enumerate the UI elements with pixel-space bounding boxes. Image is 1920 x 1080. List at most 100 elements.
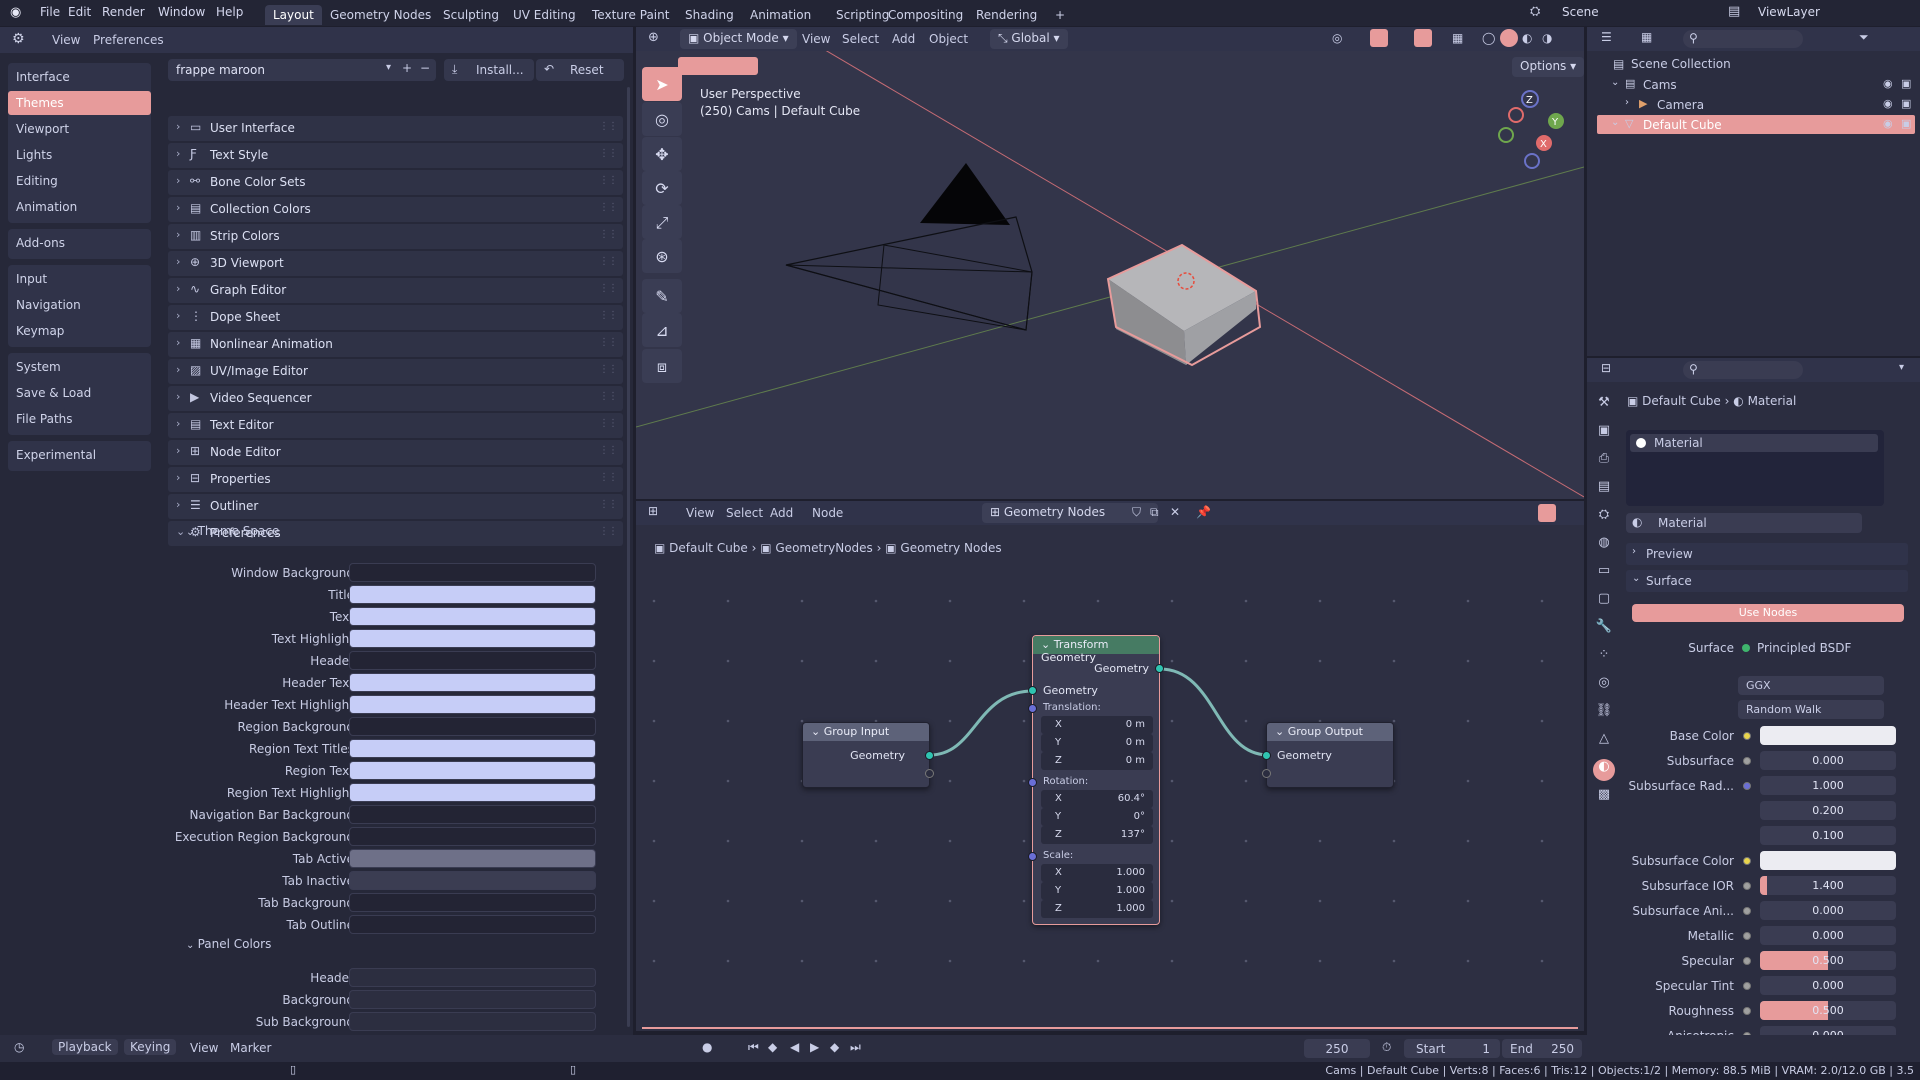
timeline[interactable]: ◷ Playback Keying View Marker ● ⏮ ◆ ◀ ▶ ◆ ⏭…: [0, 1035, 1920, 1062]
section-nonlinear-animation[interactable]: › ▦ Nonlinear Animation ⋮⋮: [168, 332, 623, 357]
scale-tool-icon[interactable]: ⤢: [642, 205, 682, 239]
color-swatch[interactable]: [349, 990, 596, 1009]
tab-sculpting[interactable]: Sculpting: [435, 5, 507, 25]
collection-tab-icon[interactable]: ▭: [1593, 563, 1615, 585]
tab-rendering[interactable]: Rendering: [968, 5, 1045, 25]
section-outliner[interactable]: › ☰ Outliner ⋮⋮: [168, 494, 623, 519]
render-camera-icon[interactable]: ▣: [1901, 77, 1911, 90]
menu-edit[interactable]: Edit: [68, 5, 91, 19]
gizmo-toggle-icon[interactable]: [1370, 29, 1388, 47]
outliner-row[interactable]: ⌄ ▽ Default Cube ◉ ▣: [1597, 115, 1915, 134]
tab-shading[interactable]: Shading: [677, 5, 742, 25]
drag-handle-icon[interactable]: ⋮⋮: [599, 229, 618, 240]
empty-output-socket[interactable]: [925, 769, 934, 778]
reset-button[interactable]: ↶ Reset: [536, 59, 624, 81]
drag-handle-icon[interactable]: ⋮⋮: [599, 283, 618, 294]
section-text-editor[interactable]: › ▤ Text Editor ⋮⋮: [168, 413, 623, 438]
socket-icon[interactable]: [1743, 757, 1751, 765]
drag-handle-icon[interactable]: ⋮⋮: [599, 121, 618, 132]
socket-icon[interactable]: [1743, 732, 1751, 740]
property-value-field[interactable]: 0.100: [1760, 826, 1896, 845]
color-swatch[interactable]: [349, 805, 596, 824]
navigation-gizmo[interactable]: Z Y X: [1494, 85, 1574, 175]
nav-item-input[interactable]: Input: [8, 267, 151, 291]
menu-keying[interactable]: Keying: [124, 1039, 177, 1055]
property-value-field[interactable]: 0.500: [1760, 951, 1896, 970]
nav-item-lights[interactable]: Lights: [8, 143, 151, 167]
geometry-output-socket[interactable]: [925, 751, 934, 760]
color-swatch[interactable]: [349, 827, 596, 846]
outliner[interactable]: ☰ ▦ ⚲ ⏷ ▤ Scene Collection ⌄ ▤ Cams ◉ ▣ › ▶ Camer…: [1587, 27, 1920, 356]
editor-type-icon[interactable]: ⊟: [1601, 361, 1611, 375]
next-keyframe-icon[interactable]: ◆: [830, 1040, 839, 1054]
eye-icon[interactable]: ◉: [1883, 77, 1893, 90]
material-slot[interactable]: Material: [1630, 434, 1878, 452]
translation-x-field[interactable]: X 0 m: [1041, 716, 1153, 734]
color-swatch[interactable]: [349, 739, 596, 758]
property-value-field[interactable]: 1.400: [1760, 876, 1896, 895]
property-value-field[interactable]: 0.000: [1760, 976, 1896, 995]
rotation-socket[interactable]: [1028, 778, 1037, 787]
subsurface-method-dropdown[interactable]: Random Walk: [1738, 700, 1884, 719]
color-swatch[interactable]: [349, 761, 596, 780]
scene-tab-icon[interactable]: ⛭: [1593, 507, 1615, 529]
filter-icon[interactable]: ⏷: [1859, 30, 1869, 45]
options-button[interactable]: Options ▾: [1512, 57, 1584, 77]
menu-marker[interactable]: Marker: [230, 1041, 271, 1055]
scene-icon[interactable]: ⛭: [1530, 4, 1540, 19]
menu-render[interactable]: Render: [102, 5, 145, 19]
nav-item-add-ons[interactable]: Add-ons: [8, 231, 151, 255]
property-value-field[interactable]: 0.000: [1760, 926, 1896, 945]
property-value-field[interactable]: 1.000: [1760, 776, 1896, 795]
scene-name[interactable]: Scene: [1562, 5, 1599, 19]
scale-x-field[interactable]: X 1.000: [1041, 864, 1153, 882]
property-value-field[interactable]: 0.000: [1760, 751, 1896, 770]
rotate-tool-icon[interactable]: ⟳: [642, 171, 682, 205]
nav-item-navigation[interactable]: Navigation: [8, 293, 151, 317]
section-strip-colors[interactable]: › ▥ Strip Colors ⋮⋮: [168, 224, 623, 249]
theme-space-header[interactable]: ⌄ Theme Space: [186, 524, 486, 544]
mode-selector[interactable]: ▣ Object Mode ▾: [680, 29, 797, 49]
drag-handle-icon[interactable]: ⋮⋮: [599, 364, 618, 375]
translation-y-field[interactable]: Y 0 m: [1041, 734, 1153, 752]
move-tool-icon[interactable]: ✥: [642, 137, 682, 171]
expand-icon[interactable]: ›: [1625, 97, 1629, 108]
material-slot-list[interactable]: Material: [1626, 430, 1884, 506]
theme-preset-selector[interactable]: frappe maroon ▾ + −: [168, 59, 436, 81]
add-cube-tool-icon[interactable]: ⧈: [642, 349, 682, 383]
surface-shader-value[interactable]: Principled BSDF: [1757, 641, 1851, 655]
viewlayer-name[interactable]: ViewLayer: [1758, 5, 1820, 19]
menu-add[interactable]: Add: [892, 32, 915, 46]
color-swatch[interactable]: [349, 915, 596, 934]
drag-handle-icon[interactable]: ⋮⋮: [599, 175, 618, 186]
drag-handle-icon[interactable]: ⋮⋮: [599, 472, 618, 483]
remove-preset-icon[interactable]: −: [420, 61, 430, 75]
display-mode-icon[interactable]: ▦: [1641, 30, 1652, 44]
node-editor[interactable]: ⊞ View Select Add Node ⊞ Geometry Nodes ⛉ ⧉…: [636, 501, 1584, 1031]
nav-item-editing[interactable]: Editing: [8, 169, 151, 193]
record-icon[interactable]: ●: [702, 1040, 712, 1054]
visibility-icon[interactable]: ◎: [1332, 31, 1342, 45]
menu-object[interactable]: Object: [929, 32, 968, 46]
menu-view[interactable]: View: [802, 32, 830, 46]
nav-item-animation[interactable]: Animation: [8, 195, 151, 219]
socket-icon[interactable]: [1743, 932, 1751, 940]
drag-handle-icon[interactable]: ⋮⋮: [599, 310, 618, 321]
measure-tool-icon[interactable]: ⊿: [642, 313, 682, 347]
prev-keyframe-icon[interactable]: ◆: [768, 1040, 777, 1054]
color-swatch[interactable]: [349, 849, 596, 868]
geometry-input-socket[interactable]: [1262, 751, 1271, 760]
property-value-field[interactable]: 0.500: [1760, 1001, 1896, 1020]
color-swatch[interactable]: [349, 1012, 596, 1031]
menu-playback[interactable]: Playback: [52, 1039, 118, 1055]
drag-handle-icon[interactable]: ⋮⋮: [599, 418, 618, 429]
property-value-field[interactable]: 0.000: [1760, 901, 1896, 920]
section-3d-viewport[interactable]: › ⊕ 3D Viewport ⋮⋮: [168, 251, 623, 276]
socket-icon[interactable]: [1743, 1007, 1751, 1015]
nav-item-interface[interactable]: Interface: [8, 65, 151, 89]
cursor-tool-icon[interactable]: ◎: [642, 102, 682, 136]
chevron-down-icon[interactable]: ▾: [1899, 362, 1904, 373]
editor-type-icon[interactable]: ☰: [1601, 30, 1612, 44]
current-frame-field[interactable]: 250: [1304, 1039, 1370, 1058]
socket-icon[interactable]: [1743, 907, 1751, 915]
